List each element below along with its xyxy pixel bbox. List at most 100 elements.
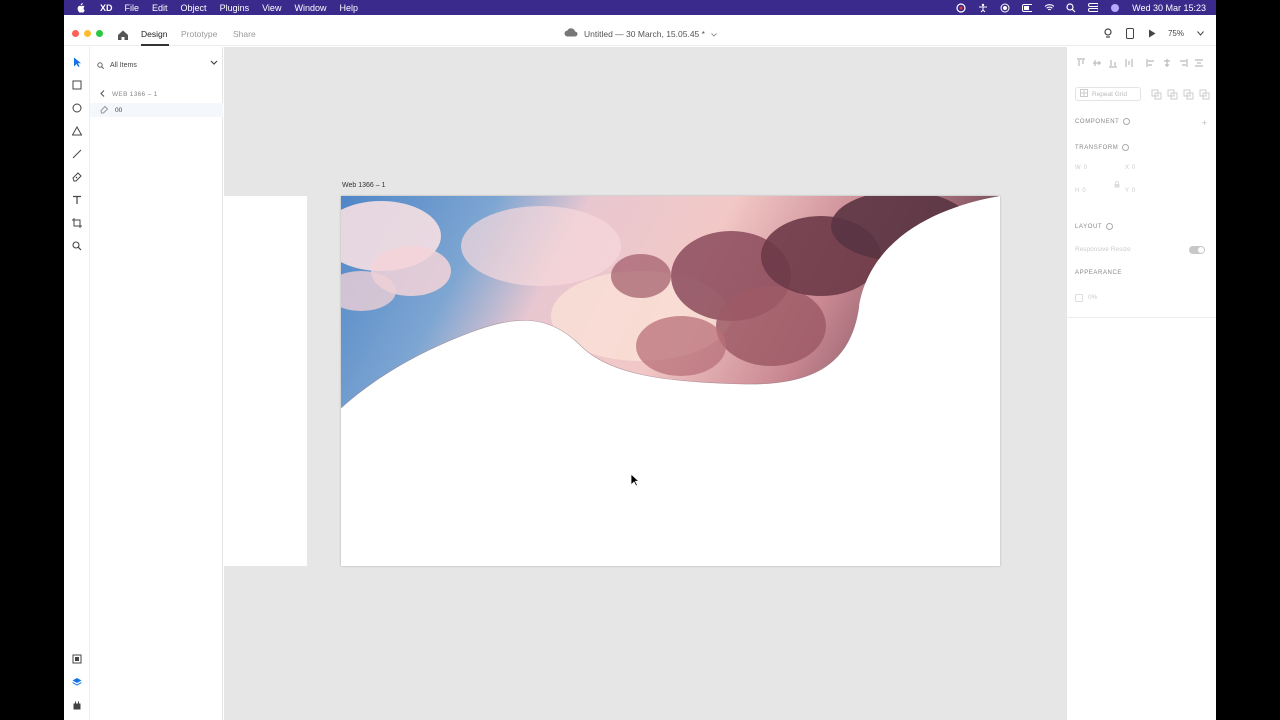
artboard-partial[interactable] xyxy=(224,196,307,566)
share-link-icon[interactable] xyxy=(1102,27,1114,39)
device-preview-icon[interactable] xyxy=(1124,27,1136,39)
menu-edit[interactable]: Edit xyxy=(152,3,168,13)
document-title-text: Untitled — 30 March, 15.05.45 * xyxy=(584,28,705,39)
zoom-chevron-icon[interactable] xyxy=(1194,27,1206,39)
align-left-icon[interactable] xyxy=(1145,57,1157,69)
component-label: COMPONENT xyxy=(1075,118,1120,125)
repeat-grid-button[interactable]: Repeat Grid xyxy=(1075,87,1141,101)
info-icon[interactable] xyxy=(1106,223,1114,230)
rectangle-tool-icon[interactable] xyxy=(71,79,83,91)
layout-section-label: LAYOUT xyxy=(1075,223,1114,230)
y-field[interactable]: Y 0 xyxy=(1125,188,1135,194)
layers-back-to-artboard[interactable]: WEB 1366 – 1 xyxy=(100,90,158,99)
canvas[interactable]: Web 1366 – 1 xyxy=(224,47,1066,720)
menu-view[interactable]: View xyxy=(262,3,281,13)
wifi-icon[interactable] xyxy=(1044,3,1055,13)
assets-panel-icon[interactable] xyxy=(71,653,83,665)
layers-filter-label: All Items xyxy=(110,61,137,69)
y-label: Y xyxy=(1125,188,1130,194)
boolean-subtract-icon[interactable] xyxy=(1167,88,1179,106)
document-title[interactable]: Untitled — 30 March, 15.05.45 * xyxy=(564,28,717,39)
x-value[interactable]: 0 xyxy=(1132,165,1135,171)
chevron-down-icon xyxy=(210,60,218,68)
height-label: H xyxy=(1075,188,1080,194)
layers-filter-dropdown[interactable]: All Items xyxy=(97,59,218,71)
align-bottom-icon[interactable] xyxy=(1107,57,1119,69)
line-tool-icon[interactable] xyxy=(71,148,83,160)
artboard-label[interactable]: Web 1366 – 1 xyxy=(342,182,385,189)
ellipse-tool-icon[interactable] xyxy=(71,102,83,114)
layout-label: LAYOUT xyxy=(1075,223,1103,230)
width-field[interactable]: W 0 xyxy=(1075,165,1087,171)
align-top-icon[interactable] xyxy=(1075,57,1087,69)
lock-aspect-icon[interactable] xyxy=(1114,175,1120,193)
info-icon[interactable] xyxy=(1123,118,1131,125)
zoom-level[interactable]: 75% xyxy=(1168,29,1184,38)
screen: XD File Edit Object Plugins View Window … xyxy=(64,0,1216,720)
align-center-icon[interactable] xyxy=(1161,57,1173,69)
titlebar-right-controls: 75% xyxy=(1102,27,1206,39)
artboard-tool-icon[interactable] xyxy=(71,217,83,229)
x-label: X xyxy=(1125,165,1130,171)
distribute-horizontal-icon[interactable] xyxy=(1193,57,1205,69)
menu-object[interactable]: Object xyxy=(181,3,207,13)
layers-panel-icon[interactable] xyxy=(71,676,83,688)
boolean-intersect-icon[interactable] xyxy=(1183,88,1195,106)
y-value[interactable]: 0 xyxy=(1132,188,1135,194)
height-value[interactable]: 0 xyxy=(1082,188,1085,194)
width-value[interactable]: 0 xyxy=(1084,165,1087,171)
menu-file[interactable]: File xyxy=(125,3,140,13)
text-tool-icon[interactable] xyxy=(71,194,83,206)
menubar-clock[interactable]: Wed 30 Mar 15:23 xyxy=(1132,3,1206,13)
battery-icon[interactable] xyxy=(1022,3,1033,13)
menu-help[interactable]: Help xyxy=(339,3,358,13)
align-middle-icon[interactable] xyxy=(1091,57,1103,69)
polygon-tool-icon[interactable] xyxy=(71,125,83,137)
tab-design[interactable]: Design xyxy=(141,29,167,39)
zoom-tool-icon[interactable] xyxy=(71,240,83,252)
align-right-icon[interactable] xyxy=(1177,57,1189,69)
creative-cloud-icon[interactable] xyxy=(956,2,966,13)
pen-tool-icon[interactable] xyxy=(71,171,83,183)
window-maximize-button[interactable] xyxy=(96,30,103,37)
home-icon[interactable] xyxy=(117,28,129,40)
responsive-resize-toggle[interactable] xyxy=(1189,246,1205,254)
component-section-label: COMPONENT xyxy=(1075,118,1131,125)
layer-item[interactable]: 00 xyxy=(90,103,223,117)
record-icon[interactable] xyxy=(1000,3,1010,13)
tools-panel xyxy=(64,47,90,720)
select-tool-icon[interactable] xyxy=(71,56,83,68)
boolean-exclude-icon[interactable] xyxy=(1199,88,1211,106)
search-icon xyxy=(97,61,104,69)
window-close-button[interactable] xyxy=(72,30,79,37)
responsive-resize-label: Responsive Resize xyxy=(1075,246,1131,253)
distribute-vertical-icon[interactable] xyxy=(1123,57,1135,69)
menu-app-name[interactable]: XD xyxy=(100,3,113,13)
menu-plugins[interactable]: Plugins xyxy=(220,3,250,13)
tab-share[interactable]: Share xyxy=(233,29,256,39)
masked-sky-image[interactable] xyxy=(341,196,1000,566)
repeat-grid-icon xyxy=(1080,89,1088,99)
window-minimize-button[interactable] xyxy=(84,30,91,37)
mouse-cursor-icon xyxy=(630,473,640,487)
siri-icon[interactable] xyxy=(1110,3,1120,13)
artboard-web-1366[interactable] xyxy=(341,196,1000,566)
apple-icon[interactable] xyxy=(76,2,86,13)
add-component-icon[interactable]: + xyxy=(1202,118,1207,128)
fill-checkbox[interactable] xyxy=(1075,294,1083,302)
control-center-icon[interactable] xyxy=(1088,3,1099,13)
plugins-panel-icon[interactable] xyxy=(71,699,83,711)
info-icon[interactable] xyxy=(1122,144,1130,151)
boolean-add-icon[interactable] xyxy=(1151,88,1163,106)
tab-prototype[interactable]: Prototype xyxy=(181,29,217,39)
layer-item-name: 00 xyxy=(115,106,123,114)
height-field[interactable]: H 0 xyxy=(1075,188,1086,194)
chevron-left-icon xyxy=(100,90,105,99)
accessibility-icon[interactable] xyxy=(978,3,988,13)
play-preview-icon[interactable] xyxy=(1146,27,1158,39)
search-icon[interactable] xyxy=(1066,2,1076,13)
menu-window[interactable]: Window xyxy=(294,3,326,13)
opacity-label: 0% xyxy=(1088,294,1098,301)
x-field[interactable]: X 0 xyxy=(1125,165,1135,171)
window-titlebar: Design Prototype Share Untitled — 30 Mar… xyxy=(64,22,1216,46)
